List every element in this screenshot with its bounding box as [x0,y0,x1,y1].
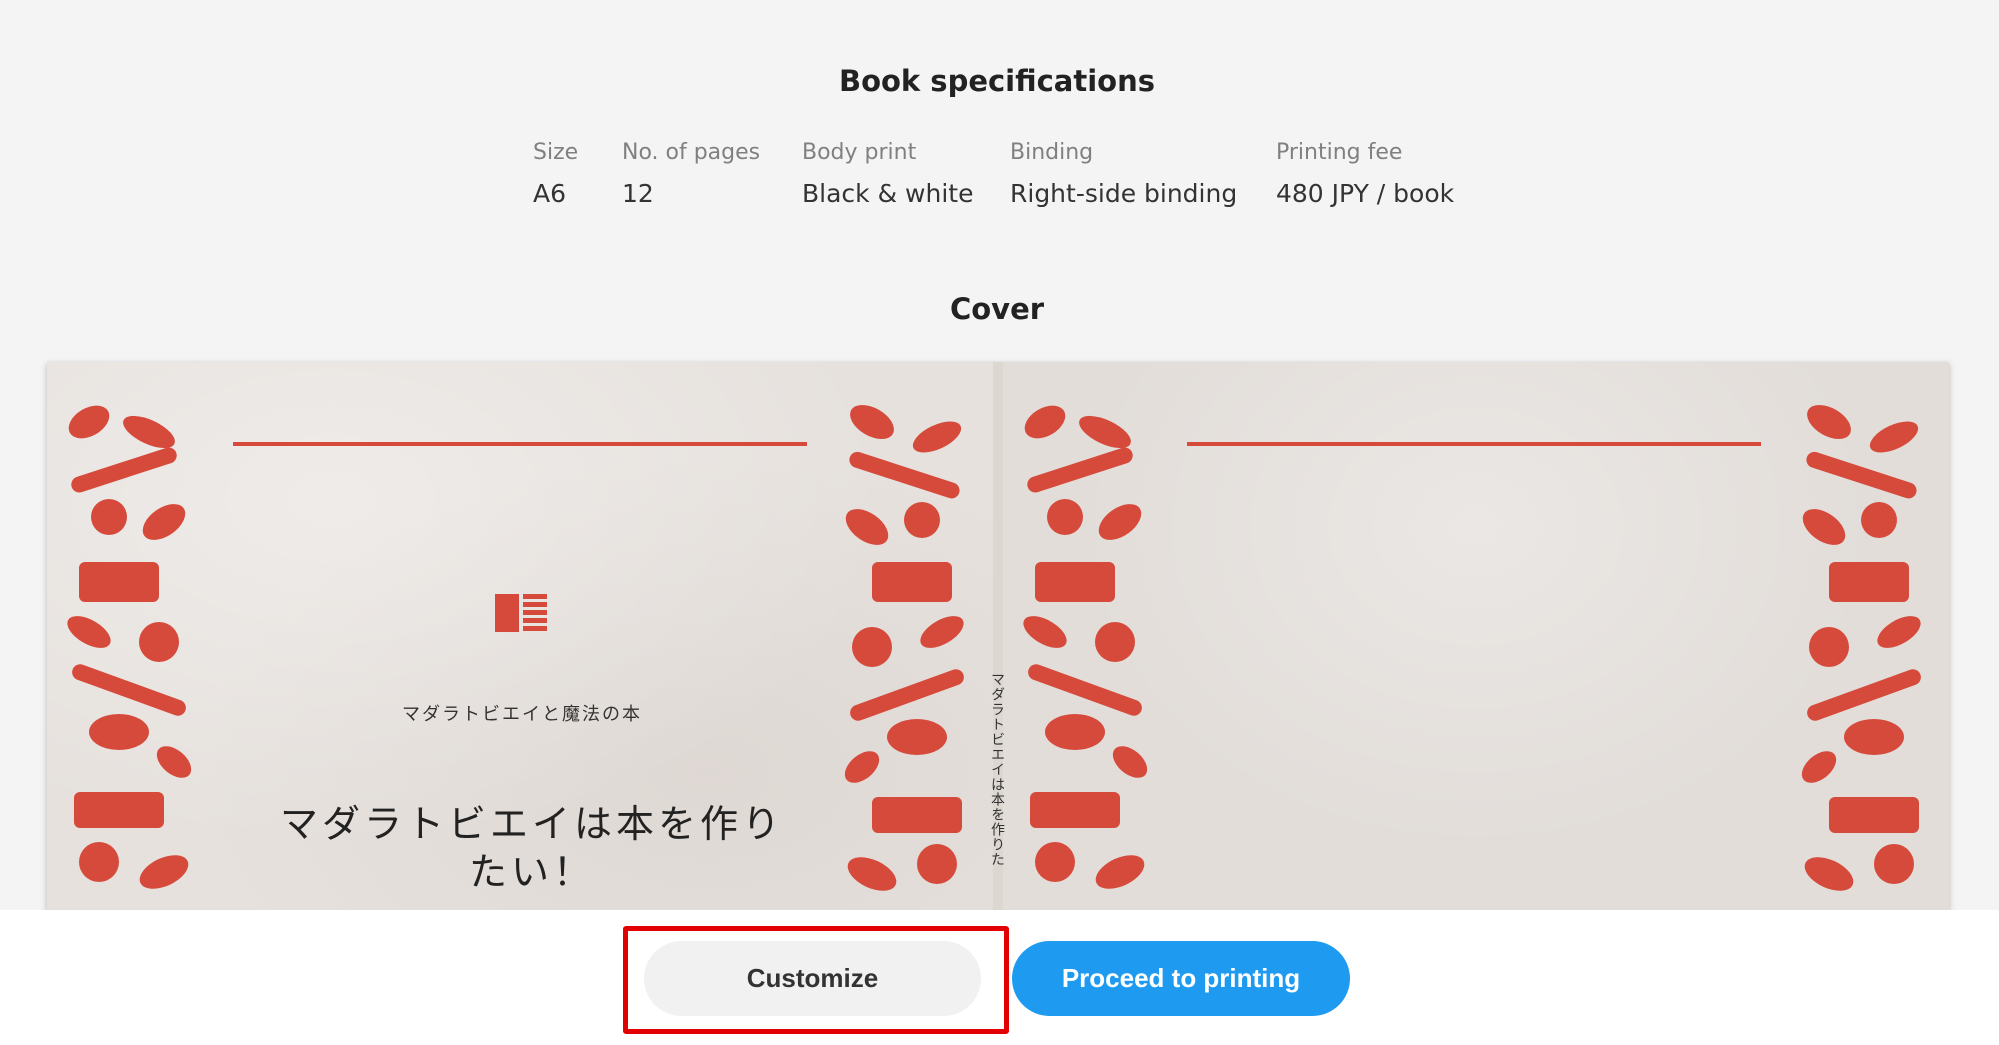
spec-size: Size A6 [533,136,622,212]
cover-subtitle: マダラトビエイと魔法の本 [402,704,642,725]
floral-ornament [67,405,192,889]
spec-label: Size [533,140,579,165]
spec-label: Binding [1010,140,1094,165]
cover-rule-right [1187,442,1761,446]
cover-preview: マダラトビエイと魔法の本 マダラトビエイは本を作りたい！ マダラトビエイは本を作… [47,362,1949,910]
spec-value: 12 [622,179,654,208]
spec-value: 480 JPY / book [1276,179,1455,208]
cover-book-title: マダラトビエイは本を作りたい！ [279,802,784,894]
book-logo-icon [495,594,547,632]
spec-binding: Binding Right-side binding [1010,136,1276,212]
specs-table: Size A6 No. of pages 12 Body print Black… [533,136,1496,212]
cover-heading: Cover [949,292,1045,326]
book-preview-page: Book specifications Size A6 No. of pages… [0,0,1999,1045]
spec-label: No. of pages [622,140,761,165]
specs-title: Book specifications [838,64,1156,98]
spec-value: Black & white [802,179,974,208]
spec-value: Right-side binding [1010,179,1238,208]
spec-pages: No. of pages 12 [622,136,802,212]
floral-ornament [1023,405,1148,889]
action-bar [0,910,1999,1045]
customize-button[interactable]: Customize [644,941,981,1016]
floral-ornament [1801,404,1921,891]
cover-rule-left [233,442,807,446]
spec-label: Printing fee [1276,140,1403,165]
floral-ornament [844,404,964,891]
spec-value: A6 [533,179,567,208]
spec-printing-fee: Printing fee 480 JPY / book [1276,136,1496,212]
spec-body-print: Body print Black & white [802,136,1010,212]
spec-label: Body print [802,140,917,165]
spine-title: マダラトビエイは本を作りた [989,672,1005,867]
proceed-to-printing-button[interactable]: Proceed to printing [1012,941,1350,1016]
